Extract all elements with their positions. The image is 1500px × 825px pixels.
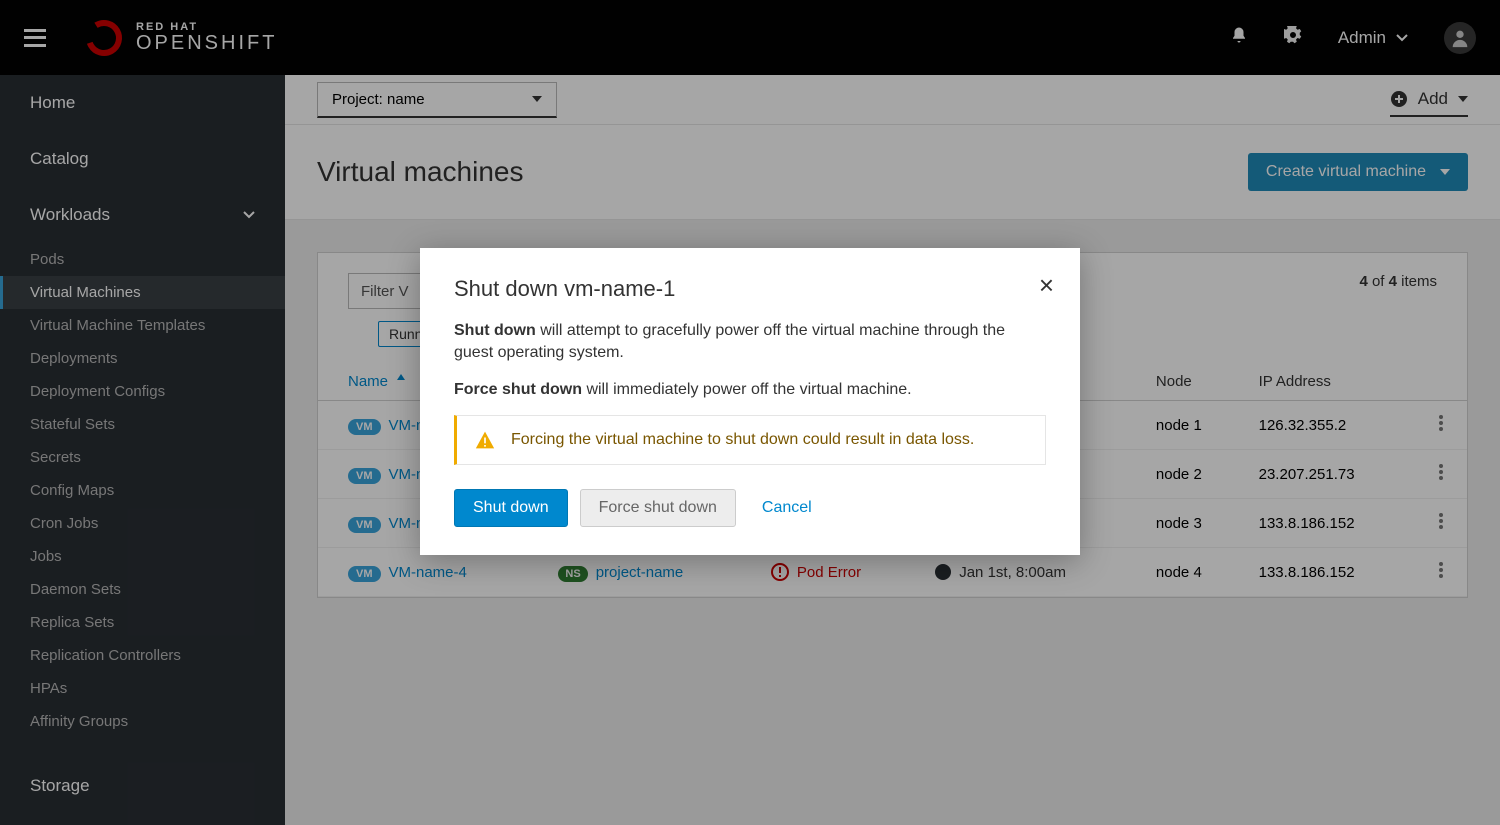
warning-icon: [475, 430, 495, 450]
modal-p1: Shut down will attempt to gracefully pow…: [454, 320, 1046, 365]
shutdown-button[interactable]: Shut down: [454, 489, 568, 527]
modal-title: Shut down vm-name-1: [454, 276, 1046, 302]
cancel-button[interactable]: Cancel: [748, 490, 826, 526]
modal-overlay: × Shut down vm-name-1 Shut down will att…: [0, 0, 1500, 825]
warning-alert: Forcing the virtual machine to shut down…: [454, 415, 1046, 465]
close-icon[interactable]: ×: [1039, 270, 1054, 301]
shutdown-modal: × Shut down vm-name-1 Shut down will att…: [420, 248, 1080, 555]
modal-p2: Force shut down will immediately power o…: [454, 379, 1046, 401]
force-shutdown-button[interactable]: Force shut down: [580, 489, 736, 527]
